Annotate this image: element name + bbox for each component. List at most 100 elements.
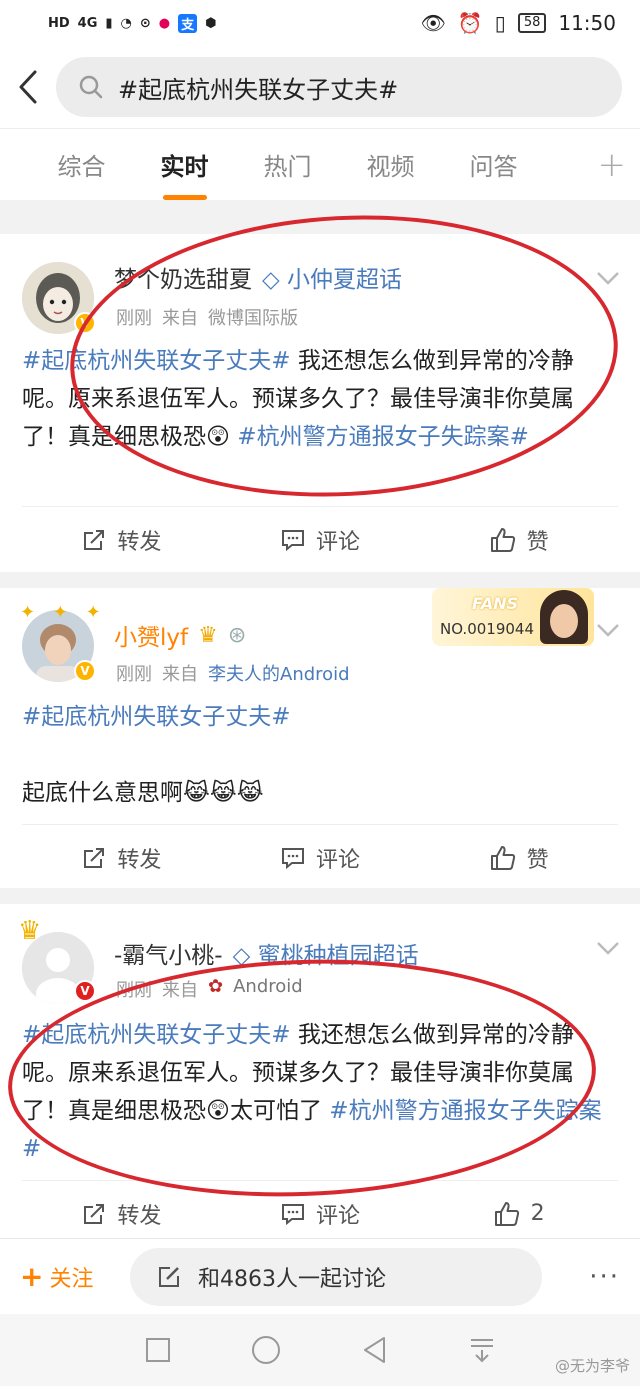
fans-badge[interactable]: FANS NO.0019044 bbox=[432, 588, 594, 646]
hd-indicator: HD bbox=[48, 15, 70, 31]
wifi-icon: ◔ bbox=[120, 15, 132, 31]
comment-label: 评论 bbox=[316, 847, 361, 873]
repost-icon bbox=[84, 529, 105, 550]
follow-label: 关注 bbox=[49, 1266, 94, 1292]
eye-icon: 👁 bbox=[420, 11, 446, 35]
comment-icon bbox=[282, 847, 304, 869]
hashtag-link[interactable]: #起底杭州失联女子丈夫# bbox=[22, 698, 618, 736]
thumbs-up-icon bbox=[490, 527, 515, 552]
tab-comprehensive[interactable]: 综合 bbox=[30, 147, 133, 182]
signal-bars-icon: ▮ bbox=[105, 15, 113, 31]
tab-realtime[interactable]: 实时 bbox=[133, 147, 236, 200]
verified-badge-icon: V bbox=[74, 980, 96, 1002]
thumbs-up-icon bbox=[490, 845, 515, 870]
alarm-icon: ⏰ bbox=[457, 11, 483, 35]
back-nav-icon[interactable] bbox=[360, 1335, 390, 1365]
post-card: ✦ ✦ ✦ V 小赟lyf ♛ ⊛ FANS NO.0019044 刚刚 来自 … bbox=[0, 588, 640, 888]
post-author[interactable]: -霸气小桃- bbox=[114, 936, 223, 970]
repost-icon bbox=[84, 1203, 105, 1224]
fans-portrait bbox=[540, 590, 588, 644]
like-button[interactable]: 2 bbox=[419, 1200, 618, 1228]
post-meta: 刚刚 来自 微博国际版 bbox=[116, 304, 298, 330]
system-nav-bar bbox=[0, 1314, 640, 1386]
like-button[interactable]: 赞 bbox=[419, 842, 618, 874]
post-author-row: -霸气小桃- ◇ 蜜桃种植园超话 bbox=[114, 936, 419, 970]
supertopic-label: 蜜桃种植园超话 bbox=[257, 943, 419, 969]
repost-button[interactable]: 转发 bbox=[22, 524, 221, 556]
chevron-left-icon bbox=[19, 70, 37, 104]
chevron-down-icon[interactable] bbox=[594, 264, 622, 292]
back-button[interactable] bbox=[0, 46, 56, 128]
fans-number: NO.0019044 bbox=[440, 620, 534, 638]
chevron-down-icon[interactable] bbox=[594, 616, 622, 644]
hashtag-link[interactable]: #杭州警方通报女子失踪案# bbox=[237, 424, 529, 450]
recent-apps-icon[interactable] bbox=[144, 1336, 172, 1364]
tab-qa[interactable]: 问答 bbox=[442, 147, 545, 182]
vibrate-icon: ▯ bbox=[494, 11, 506, 35]
comment-button[interactable]: 评论 bbox=[221, 1198, 420, 1230]
post-source-prefix: 来自 bbox=[162, 308, 198, 329]
shield-icon: ⬢ bbox=[205, 15, 217, 31]
discuss-label: 和4863人一起讨论 bbox=[198, 1266, 386, 1292]
follow-button[interactable]: + 关注 bbox=[20, 1260, 130, 1293]
search-input[interactable]: #起底杭州失联女子丈夫# bbox=[56, 57, 622, 117]
top-bar: #起底杭州失联女子丈夫# bbox=[0, 46, 640, 128]
bottom-bar: + 关注 和4863人一起讨论 ··· bbox=[0, 1238, 640, 1314]
comment-button[interactable]: 评论 bbox=[221, 524, 420, 556]
post-card: V 梦个奶选甜夏 ◇ 小仲夏超话 刚刚 来自 微博国际版 #起底杭州失联女子丈夫… bbox=[0, 234, 640, 572]
post-text: 起底什么意思啊😹😹😹 bbox=[22, 780, 264, 806]
discuss-input[interactable]: 和4863人一起讨论 bbox=[130, 1247, 542, 1306]
post-body: #起底杭州失联女子丈夫# 起底什么意思啊😹😹😹 bbox=[22, 698, 618, 812]
alipay-icon: 支 bbox=[178, 13, 198, 33]
post-actions: 转发 评论 赞 bbox=[22, 506, 618, 572]
repost-button[interactable]: 转发 bbox=[22, 842, 221, 874]
post-source: 微博国际版 bbox=[208, 308, 298, 329]
tab-video[interactable]: 视频 bbox=[339, 147, 442, 182]
post-meta: 刚刚 来自 ✿ Android bbox=[116, 976, 303, 1002]
flower-icon: ✿ bbox=[208, 976, 224, 997]
diamond-icon: ◇ bbox=[262, 267, 280, 293]
comment-icon bbox=[282, 529, 304, 551]
verified-badge-icon: V bbox=[74, 312, 96, 334]
verified-badge-icon: V bbox=[74, 660, 96, 682]
like-label: 赞 bbox=[526, 529, 549, 555]
avatar-decoration-icon: ✦ ✦ ✦ bbox=[20, 602, 107, 623]
add-tab-icon[interactable]: + bbox=[598, 145, 627, 185]
post-time: 刚刚 bbox=[116, 308, 152, 329]
post-body: #起底杭州失联女子丈夫# 我还想怎么做到异常的冷静呢。原来系退伍军人。预谋多久了… bbox=[22, 342, 618, 456]
more-button[interactable]: ··· bbox=[589, 1262, 620, 1292]
hashtag-link[interactable]: #起底杭州失联女子丈夫# bbox=[22, 348, 291, 374]
medal-badge-icon: ⊛ bbox=[227, 622, 247, 648]
post-actions: 转发 评论 赞 bbox=[22, 824, 618, 890]
home-icon[interactable] bbox=[250, 1334, 282, 1366]
post-time: 刚刚 bbox=[116, 980, 152, 1001]
watermark: @无为李爷 bbox=[554, 1357, 630, 1375]
post-source[interactable]: 李夫人的Android bbox=[208, 660, 350, 686]
comment-button[interactable]: 评论 bbox=[221, 842, 420, 874]
post-author[interactable]: 小赟lyf bbox=[114, 618, 188, 652]
crown-badge-icon: ♛ bbox=[198, 622, 218, 648]
repost-button[interactable]: 转发 bbox=[22, 1198, 221, 1230]
like-button[interactable]: 赞 bbox=[419, 524, 618, 556]
post-author[interactable]: 梦个奶选甜夏 bbox=[114, 260, 252, 294]
repost-label: 转发 bbox=[117, 847, 162, 873]
status-left: HD 4G ▮ ◔ ⊙ ● 支 ⬢ bbox=[48, 13, 217, 33]
supertopic-link[interactable]: ◇ 小仲夏超话 bbox=[262, 260, 402, 294]
status-right: 👁 ⏰ ▯ 58 11:50 bbox=[421, 11, 617, 35]
comment-label: 评论 bbox=[316, 1203, 361, 1229]
diamond-icon: ◇ bbox=[232, 943, 251, 969]
tab-hot[interactable]: 热门 bbox=[236, 147, 339, 182]
status-bar: HD 4G ▮ ◔ ⊙ ● 支 ⬢ 👁 ⏰ ▯ 58 11:50 bbox=[0, 0, 640, 46]
hashtag-link[interactable]: #起底杭州失联女子丈夫# bbox=[22, 1022, 291, 1048]
post-author-row: 小赟lyf ♛ ⊛ bbox=[114, 618, 246, 652]
comment-icon bbox=[282, 1203, 304, 1225]
notification-pull-icon[interactable] bbox=[468, 1336, 496, 1364]
supertopic-link[interactable]: ◇ 蜜桃种植园超话 bbox=[233, 936, 419, 970]
like-label: 赞 bbox=[526, 847, 549, 873]
repost-label: 转发 bbox=[117, 1203, 162, 1229]
fans-title: FANS bbox=[472, 594, 519, 613]
like-count: 2 bbox=[530, 1201, 545, 1226]
chevron-down-icon[interactable] bbox=[594, 934, 622, 962]
post-actions: 转发 评论 2 bbox=[22, 1180, 618, 1246]
repost-label: 转发 bbox=[117, 529, 162, 555]
